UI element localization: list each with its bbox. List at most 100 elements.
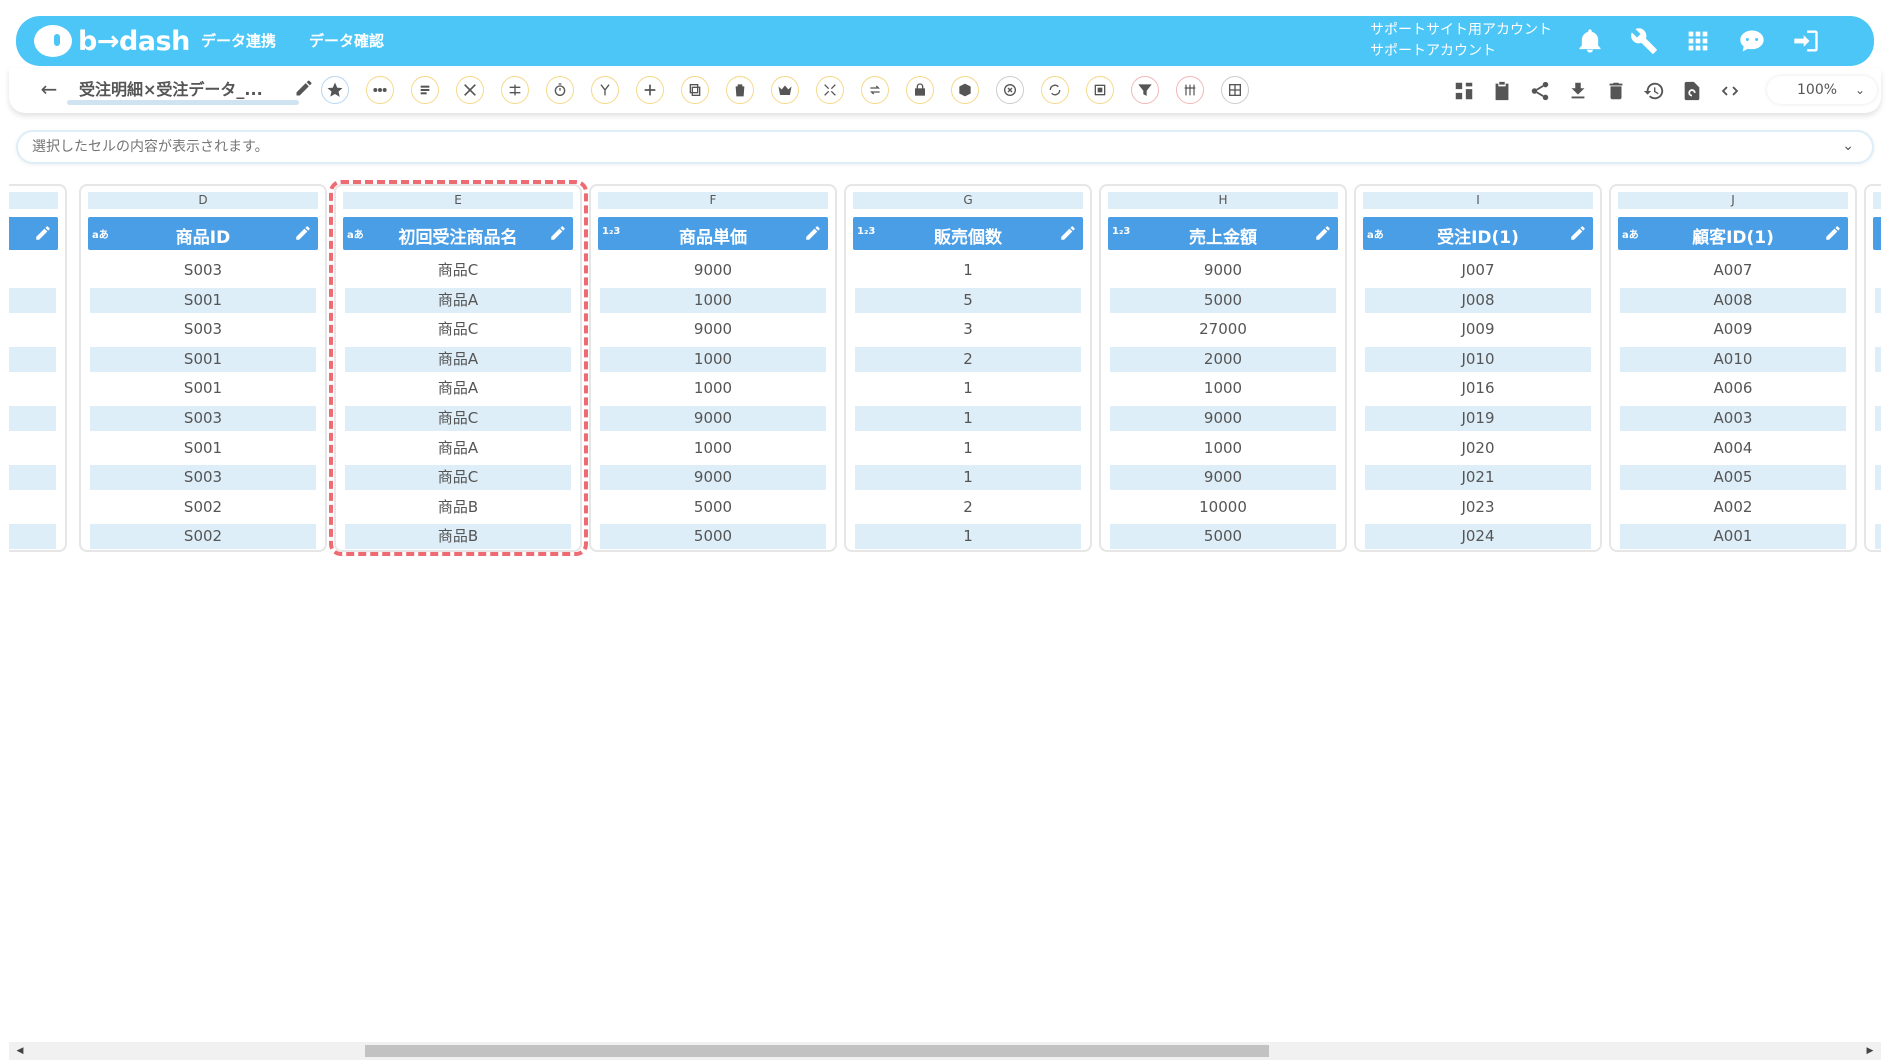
cell[interactable]: S001 bbox=[90, 346, 316, 372]
cell[interactable] bbox=[1875, 258, 1881, 283]
wrench-icon[interactable] bbox=[1626, 23, 1662, 59]
cell[interactable]: J007 bbox=[1365, 258, 1591, 283]
cell[interactable]: 1000 bbox=[600, 376, 826, 401]
column-header[interactable]: 1₂3 販売個数 bbox=[853, 217, 1083, 250]
cell[interactable]: 9000 bbox=[600, 317, 826, 342]
cell[interactable]: 商品C bbox=[345, 258, 571, 283]
cell[interactable]: 10000 bbox=[1110, 495, 1336, 520]
pencil-icon[interactable] bbox=[1314, 224, 1332, 242]
cell[interactable]: A004 bbox=[1620, 436, 1846, 461]
repeat-icon[interactable] bbox=[861, 76, 889, 104]
flow-diagram-icon[interactable] bbox=[1450, 77, 1478, 105]
column-letter[interactable]: F bbox=[598, 192, 828, 209]
column-letter[interactable]: H bbox=[1108, 192, 1338, 209]
pencil-icon[interactable] bbox=[549, 224, 567, 242]
chat-support-icon[interactable] bbox=[1734, 23, 1770, 59]
cell[interactable]: 5000 bbox=[600, 495, 826, 520]
nav-data-integration[interactable]: データ連携 bbox=[201, 30, 276, 51]
cell[interactable]: A008 bbox=[1620, 287, 1846, 313]
cell[interactable] bbox=[1875, 436, 1881, 461]
cell[interactable] bbox=[9, 287, 56, 313]
trash-icon[interactable] bbox=[726, 76, 754, 104]
nav-data-check[interactable]: データ確認 bbox=[309, 30, 384, 51]
column-header[interactable]: aあ 顧客ID(1) bbox=[1618, 217, 1848, 250]
cell[interactable]: 9000 bbox=[600, 465, 826, 491]
file-refresh-icon[interactable] bbox=[1678, 77, 1706, 105]
cell[interactable] bbox=[9, 495, 56, 520]
lock-table-icon[interactable] bbox=[906, 76, 934, 104]
cell[interactable] bbox=[1875, 465, 1881, 491]
chevron-down-icon[interactable]: ⌄ bbox=[1842, 138, 1854, 154]
sync-icon[interactable] bbox=[1041, 76, 1069, 104]
text-lines-icon[interactable] bbox=[411, 76, 439, 104]
cell[interactable]: 1 bbox=[855, 465, 1081, 491]
cell[interactable] bbox=[9, 465, 56, 491]
cell[interactable]: S002 bbox=[90, 524, 316, 550]
cell[interactable]: 9000 bbox=[600, 258, 826, 283]
cell[interactable]: 1 bbox=[855, 436, 1081, 461]
branch-icon[interactable] bbox=[591, 76, 619, 104]
cell[interactable]: 1000 bbox=[1110, 376, 1336, 401]
cancel-circle-icon[interactable] bbox=[996, 76, 1024, 104]
cell[interactable] bbox=[1875, 376, 1881, 401]
pivot-icon[interactable] bbox=[1176, 76, 1204, 104]
pencil-icon[interactable] bbox=[294, 78, 318, 102]
back-arrow-icon[interactable]: ← bbox=[37, 78, 61, 102]
cell[interactable]: 商品A bbox=[345, 376, 571, 401]
scrollbar-thumb[interactable] bbox=[365, 1045, 1269, 1057]
cell[interactable]: 1 bbox=[855, 524, 1081, 550]
cell[interactable]: A010 bbox=[1620, 346, 1846, 372]
share-icon[interactable] bbox=[1526, 77, 1554, 105]
cell[interactable] bbox=[1875, 317, 1881, 342]
cell[interactable] bbox=[9, 436, 56, 461]
cell[interactable]: 商品A bbox=[345, 436, 571, 461]
history-icon[interactable] bbox=[1640, 77, 1668, 105]
cell[interactable]: 商品C bbox=[345, 317, 571, 342]
cell[interactable]: 1000 bbox=[600, 436, 826, 461]
column-letter[interactable]: I bbox=[1363, 192, 1593, 209]
timer-icon[interactable] bbox=[546, 76, 574, 104]
cell[interactable]: J009 bbox=[1365, 317, 1591, 342]
cell[interactable]: S001 bbox=[90, 376, 316, 401]
column-header[interactable]: 1₂3 商品単価 bbox=[598, 217, 828, 250]
cell[interactable]: 商品A bbox=[345, 346, 571, 372]
cell[interactable] bbox=[1875, 495, 1881, 520]
cell[interactable]: 商品C bbox=[345, 405, 571, 431]
pencil-icon[interactable] bbox=[1059, 224, 1077, 242]
scroll-right-arrow-icon[interactable]: ▶ bbox=[1865, 1046, 1875, 1056]
cell[interactable] bbox=[9, 317, 56, 342]
cell[interactable] bbox=[1875, 346, 1881, 372]
column-letter[interactable]: D bbox=[88, 192, 318, 209]
cell[interactable] bbox=[9, 376, 56, 401]
table-grid-icon[interactable] bbox=[1221, 76, 1249, 104]
clipboard-icon[interactable] bbox=[1488, 77, 1516, 105]
box-icon[interactable] bbox=[951, 76, 979, 104]
cell[interactable] bbox=[9, 346, 56, 372]
cell[interactable]: A006 bbox=[1620, 376, 1846, 401]
cell[interactable] bbox=[9, 258, 56, 283]
cell[interactable]: S003 bbox=[90, 258, 316, 283]
cell[interactable]: 商品A bbox=[345, 287, 571, 313]
cell[interactable]: 1000 bbox=[1110, 436, 1336, 461]
cell[interactable]: J021 bbox=[1365, 465, 1591, 491]
cell[interactable]: 1000 bbox=[600, 287, 826, 313]
cell[interactable]: A003 bbox=[1620, 405, 1846, 431]
cell[interactable]: 2 bbox=[855, 346, 1081, 372]
cell[interactable]: 9000 bbox=[1110, 258, 1336, 283]
account-info[interactable]: サポートサイト用アカウント サポートアカウント bbox=[1370, 20, 1552, 62]
cell[interactable]: 3 bbox=[855, 317, 1081, 342]
dataset-title[interactable]: 受注明細×受注データ_... bbox=[79, 76, 303, 100]
cell[interactable]: 1 bbox=[855, 258, 1081, 283]
cell[interactable]: S001 bbox=[90, 287, 316, 313]
cell[interactable]: 2000 bbox=[1110, 346, 1336, 372]
column-letter[interactable]: G bbox=[853, 192, 1083, 209]
cell[interactable]: 5000 bbox=[1110, 287, 1336, 313]
cell[interactable]: 商品B bbox=[345, 524, 571, 550]
delete-icon[interactable] bbox=[1602, 77, 1630, 105]
column-header[interactable]: aあ 受注ID(1) bbox=[1363, 217, 1593, 250]
column-letter[interactable]: E bbox=[343, 192, 573, 209]
cell[interactable] bbox=[9, 524, 56, 550]
pencil-icon[interactable] bbox=[34, 224, 52, 242]
cell[interactable] bbox=[1875, 287, 1881, 313]
merge-columns-icon[interactable] bbox=[501, 76, 529, 104]
